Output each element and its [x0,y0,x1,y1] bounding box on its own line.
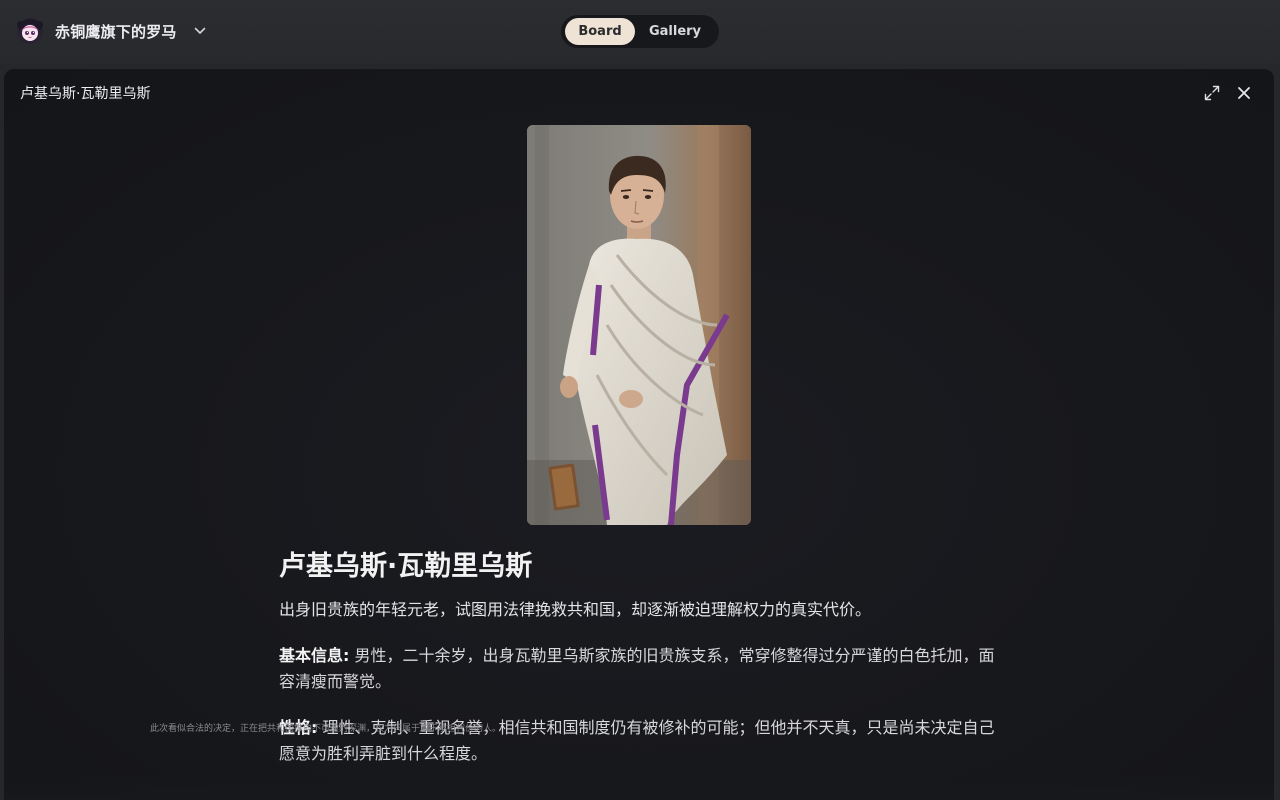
anime-avatar-icon [17,18,43,44]
character-summary: 出身旧贵族的年轻元老，试图用法律挽救共和国，却逐渐被迫理解权力的真实代价。 [279,600,872,619]
tab-gallery[interactable]: Gallery [635,18,715,45]
chevron-down-icon[interactable] [193,24,207,38]
basic-info-text: 男性，二十余岁，出身瓦勒里乌斯家族的旧贵族支系，常穿修整得过分严谨的白色托加，面… [279,646,995,691]
character-modal: 卢基乌斯·瓦勒里乌斯 卢基乌斯·瓦勒里乌斯 出身旧贵族的年轻元老，试图用法律挽救… [4,69,1274,800]
tab-board[interactable]: Board [565,18,635,45]
view-toggle: Board Gallery [561,15,719,48]
expand-icon[interactable] [1203,84,1221,102]
background-ticker-text: 此次看似合法的决定，正在把共和国推向不可逆的深渊，权力只属于敢于承担代价的人。 [150,724,502,734]
character-portrait-image [527,125,751,525]
world-switcher[interactable]: 赤铜鹰旗下的罗马 [16,17,207,45]
modal-title: 卢基乌斯·瓦勒里乌斯 [20,86,151,102]
character-details: 卢基乌斯·瓦勒里乌斯 出身旧贵族的年轻元老，试图用法律挽救共和国，却逐渐被迫理解… [279,547,999,767]
top-bar: 赤铜鹰旗下的罗马 Board Gallery [0,0,1280,64]
close-icon[interactable] [1235,84,1253,102]
bottom-fade [4,772,1274,800]
character-name: 卢基乌斯·瓦勒里乌斯 [279,551,533,582]
app-title: 赤铜鹰旗下的罗马 [55,22,177,41]
basic-info-section: 基本信息: 男性，二十余岁，出身瓦勒里乌斯家族的旧贵族支系，常穿修整得过分严谨的… [279,643,999,695]
basic-info-label: 基本信息: [279,646,350,665]
